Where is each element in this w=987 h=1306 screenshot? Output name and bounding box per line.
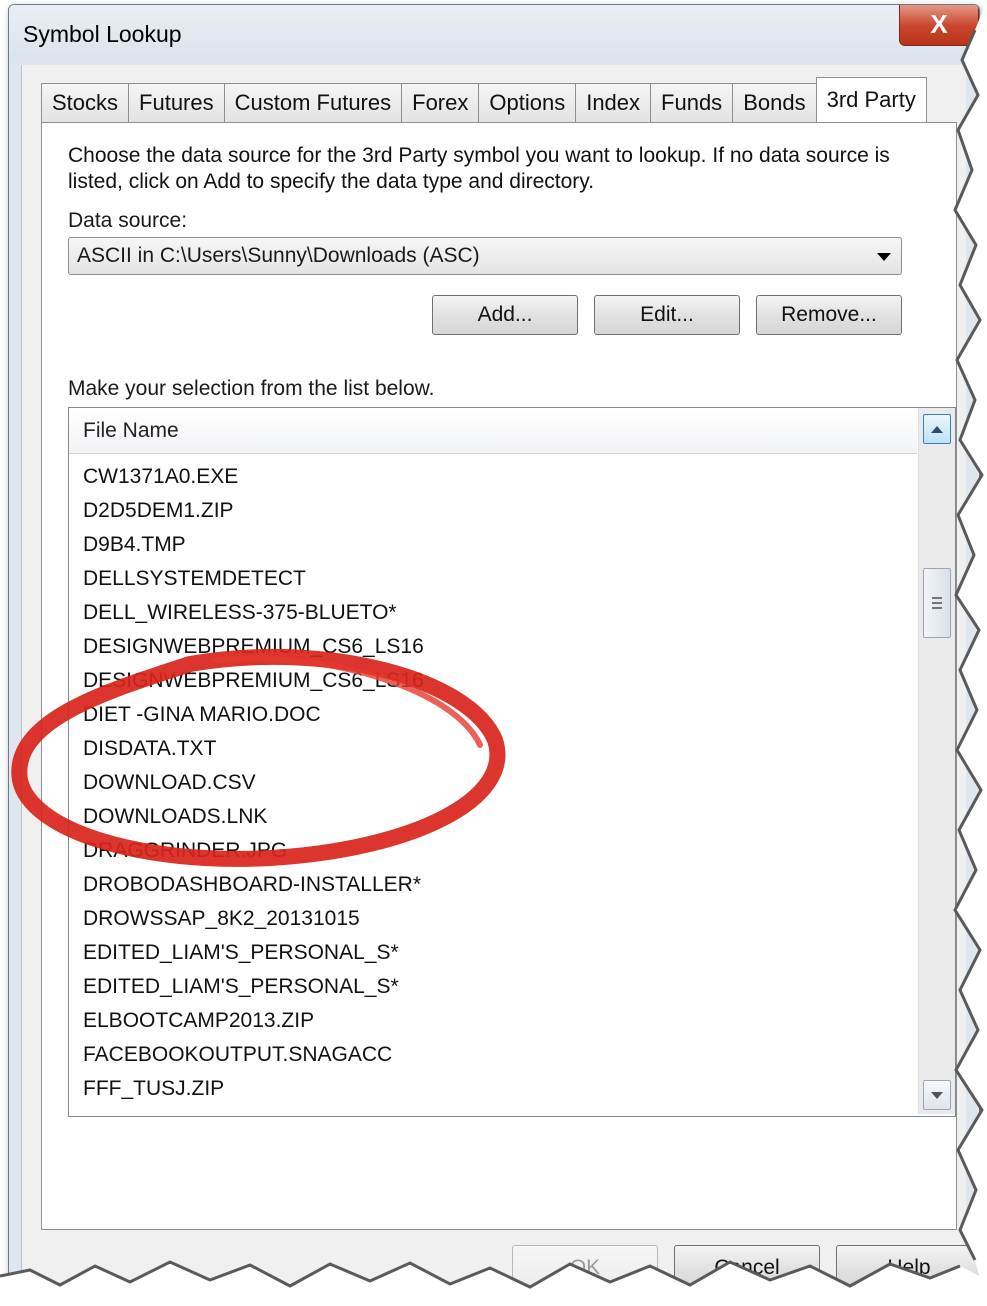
file-list-rows: CW1371A0.EXE D2D5DEM1.ZIP D9B4.TMP DELLS… [69, 460, 917, 1106]
list-item[interactable]: DOWNLOAD.CSV [69, 766, 917, 800]
ok-button[interactable]: OK [512, 1245, 658, 1291]
list-item[interactable]: DELL_WIRELESS-375-BLUETO* [69, 596, 917, 630]
tab-bonds[interactable]: Bonds [732, 83, 817, 122]
tab-custom-futures[interactable]: Custom Futures [223, 83, 403, 122]
data-source-value: ASCII in C:\Users\Sunny\Downloads (ASC) [77, 244, 480, 267]
list-item[interactable]: ELBOOTCAMP2013.ZIP [69, 1004, 917, 1038]
scroll-down-arrow-icon [931, 1091, 943, 1099]
close-button[interactable]: X [899, 5, 979, 46]
scroll-grip-icon [932, 597, 942, 609]
data-source-dropdown[interactable]: ASCII in C:\Users\Sunny\Downloads (ASC) [68, 237, 902, 275]
title-bar[interactable]: Symbol Lookup X [9, 5, 979, 63]
list-item[interactable]: DISDATA.TXT [69, 732, 917, 766]
list-item[interactable]: DROBODASHBOARD-INSTALLER* [69, 868, 917, 902]
tab-index[interactable]: Index [575, 83, 652, 122]
window-title: Symbol Lookup [23, 21, 182, 47]
tab-strip: Stocks Futures Custom Futures Forex Opti… [41, 77, 927, 122]
data-source-label: Data source: [68, 209, 188, 232]
symbol-lookup-window: Symbol Lookup X Stocks Futures Custom Fu… [8, 4, 980, 1302]
list-item[interactable]: D2D5DEM1.ZIP [69, 494, 917, 528]
tab-stocks[interactable]: Stocks [41, 83, 130, 122]
dialog-client-area: Stocks Futures Custom Futures Forex Opti… [21, 65, 979, 1295]
tab-funds[interactable]: Funds [650, 83, 734, 122]
help-button[interactable]: Help [836, 1245, 979, 1291]
list-item[interactable]: CW1371A0.EXE [69, 460, 917, 494]
instructions-text: Choose the data source for the 3rd Party… [68, 144, 890, 193]
edit-button[interactable]: Edit... [594, 295, 740, 335]
scroll-up-arrow-icon [931, 425, 943, 433]
list-item[interactable]: DROWSSAP_8K2_20131015 [69, 902, 917, 936]
list-item[interactable]: DIET -GINA MARIO.DOC [69, 698, 917, 732]
tab-forex[interactable]: Forex [401, 83, 480, 122]
cancel-button[interactable]: Cancel [674, 1245, 820, 1291]
list-item[interactable]: DELLSYSTEMDETECT [69, 562, 917, 596]
list-item[interactable]: FFF_TUSJ.ZIP [69, 1072, 917, 1106]
close-icon: X [930, 8, 948, 39]
vertical-scrollbar[interactable] [918, 408, 955, 1114]
list-item[interactable]: D9B4.TMP [69, 528, 917, 562]
list-item[interactable]: FACEBOOKOUTPUT.SNAGACC [69, 1038, 917, 1072]
tab-futures[interactable]: Futures [128, 83, 225, 122]
remove-button[interactable]: Remove... [756, 295, 902, 335]
list-item[interactable]: DRAGGRINDER.JPG [69, 834, 917, 868]
scroll-up-button[interactable] [923, 414, 951, 444]
tab-3rd-party[interactable]: 3rd Party [815, 77, 927, 122]
column-header-file-name[interactable]: File Name [69, 408, 917, 454]
file-list[interactable]: File Name CW1371A0.EXE D2D5DEM1.ZIP D9B4… [68, 407, 956, 1117]
scroll-down-button[interactable] [923, 1080, 951, 1110]
list-item[interactable]: DOWNLOADS.LNK [69, 800, 917, 834]
chevron-down-icon [877, 253, 891, 261]
scrollbar-thumb[interactable] [923, 568, 951, 638]
list-item[interactable]: DESIGNWEBPREMIUM_CS6_LS16 [69, 664, 917, 698]
tab-options[interactable]: Options [478, 83, 577, 122]
selection-instructions: Make your selection from the list below. [68, 377, 435, 400]
tab-panel-3rd-party: Choose the data source for the 3rd Party… [41, 122, 957, 1230]
add-button[interactable]: Add... [432, 295, 578, 335]
list-item[interactable]: EDITED_LIAM'S_PERSONAL_S* [69, 936, 917, 970]
column-header-label: File Name [83, 418, 179, 442]
list-item[interactable]: DESIGNWEBPREMIUM_CS6_LS16 [69, 630, 917, 664]
list-item[interactable]: EDITED_LIAM'S_PERSONAL_S* [69, 970, 917, 1004]
